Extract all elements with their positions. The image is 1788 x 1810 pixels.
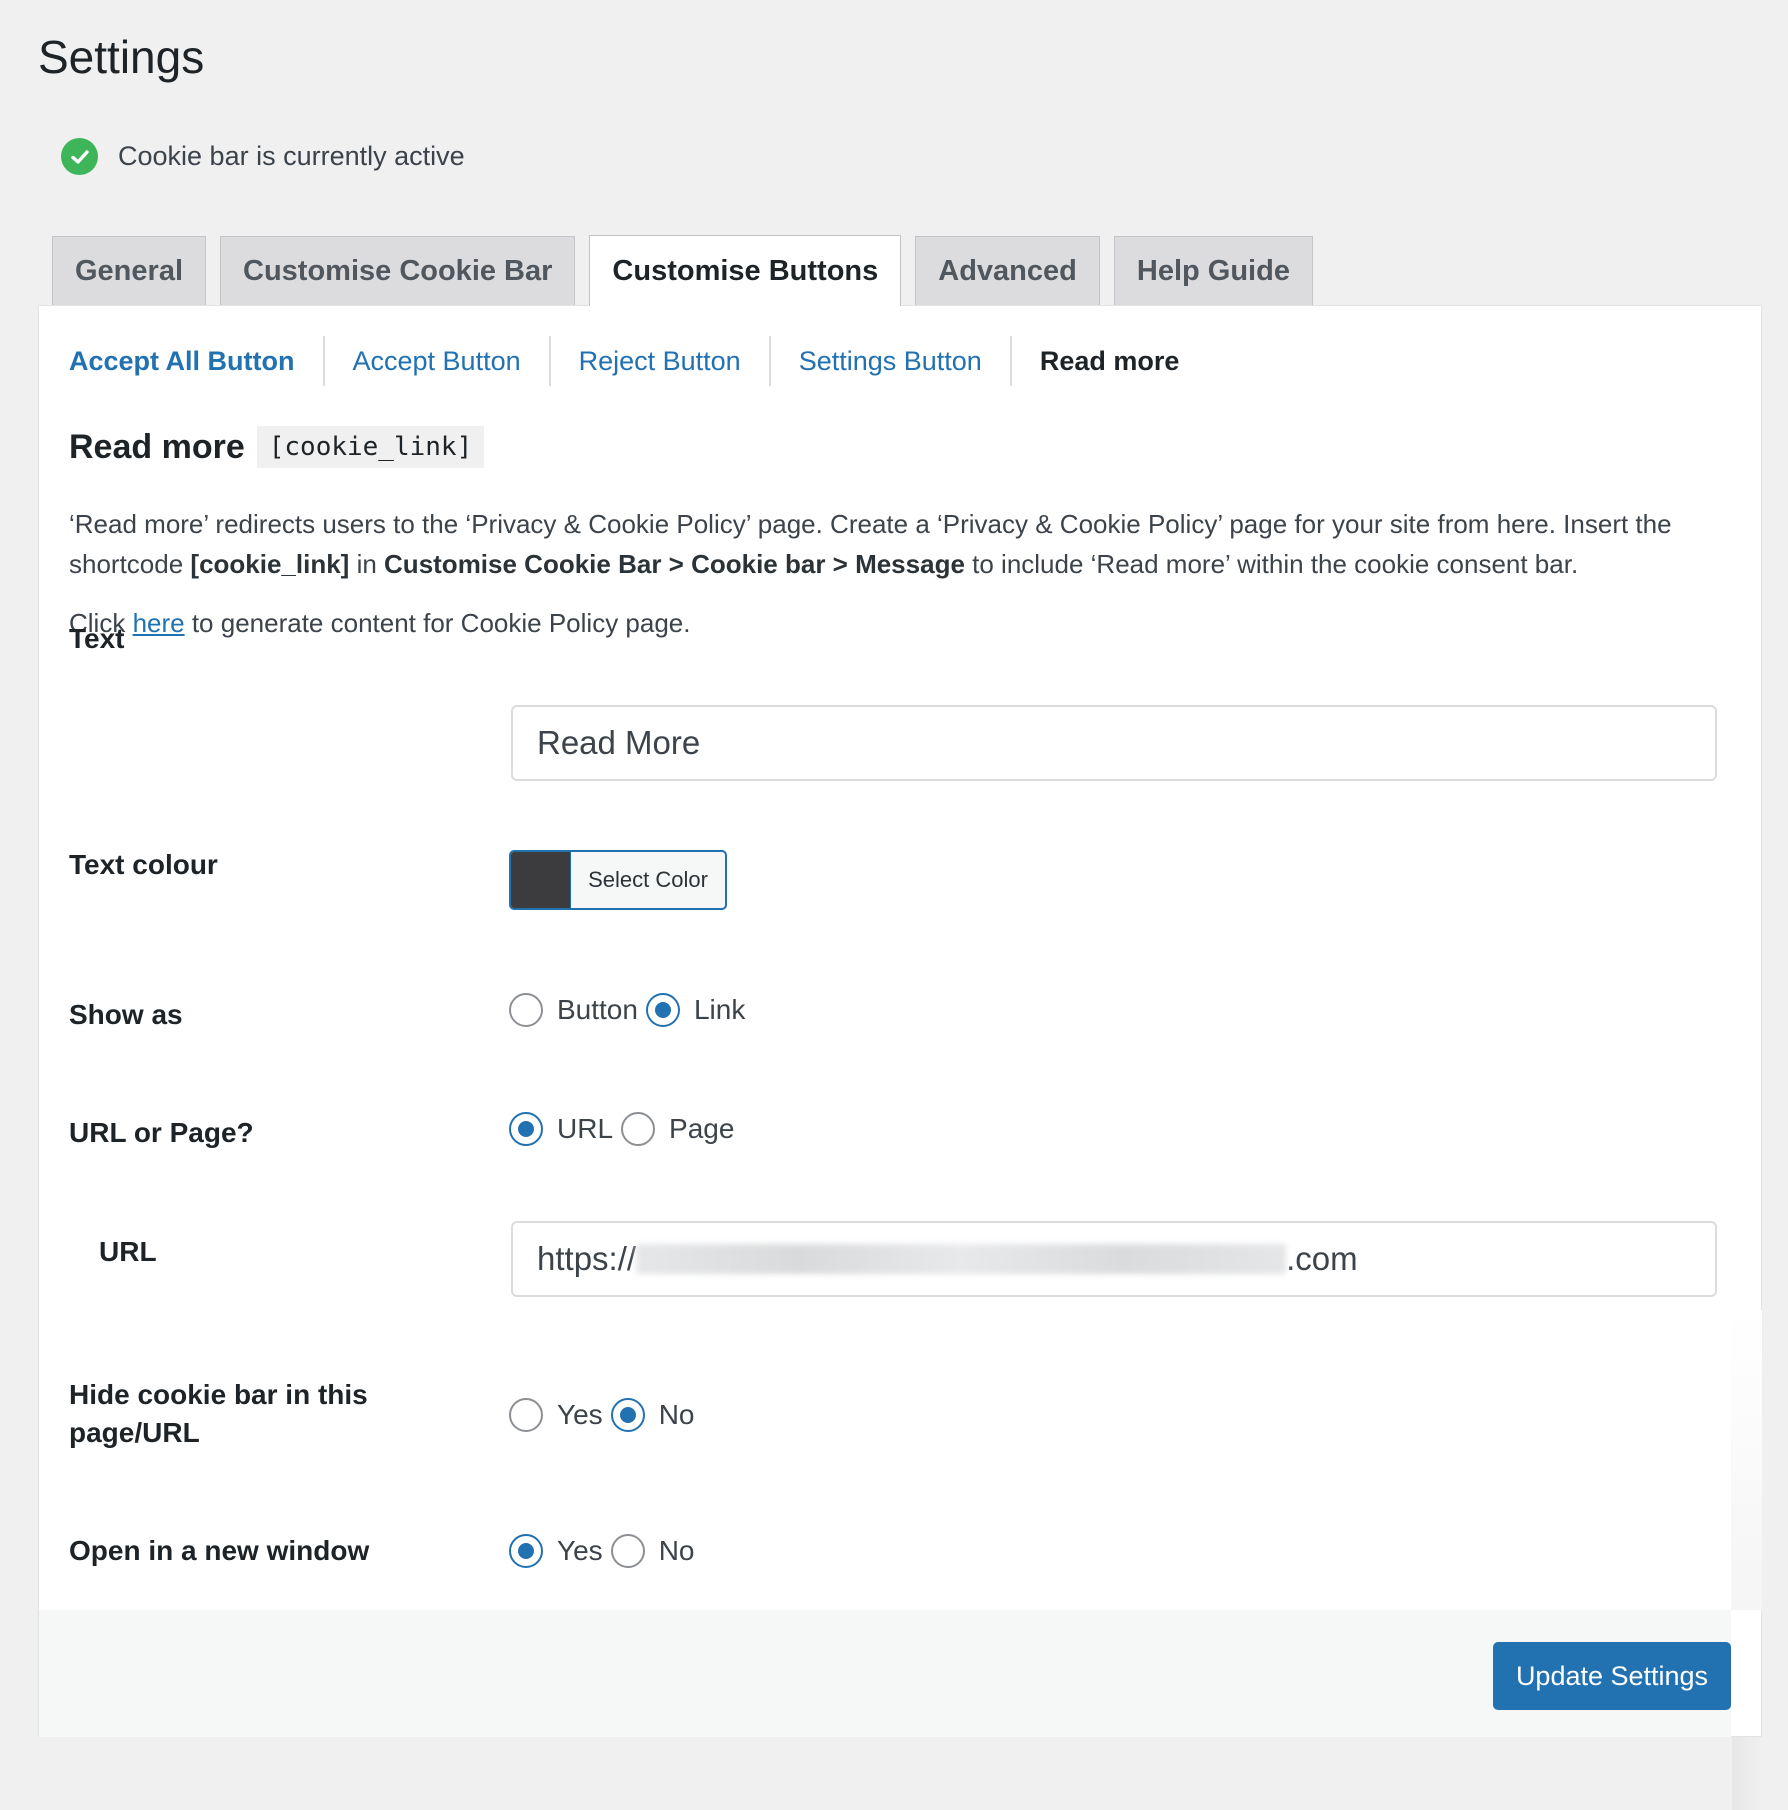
show-as-link-radio[interactable]	[645, 993, 680, 1027]
show-as-button-label: Button	[557, 994, 638, 1025]
url-input[interactable]: https:// .com	[511, 1221, 1717, 1297]
desc-path: Customise Cookie Bar > Cookie bar > Mess…	[384, 549, 965, 579]
url-label: URL	[99, 1236, 157, 1267]
text-colour-label: Text colour	[69, 849, 218, 880]
tab-general[interactable]: General	[52, 236, 206, 306]
status-notice: Cookie bar is currently active	[61, 138, 465, 175]
subtab-read-more[interactable]: Read more	[1009, 336, 1208, 386]
subtab-accept-button[interactable]: Accept Button	[322, 336, 549, 386]
section-heading: Read more [cookie_link]	[69, 426, 485, 468]
redacted-domain	[636, 1244, 1287, 1274]
main-tabs: General Customise Cookie Bar Customise B…	[52, 235, 1327, 306]
url-prefix: https://	[537, 1240, 637, 1277]
hide-bar-group: Yes No	[509, 1398, 702, 1432]
new-window-no-radio[interactable]	[610, 1534, 645, 1568]
hide-bar-no-label: No	[658, 1399, 695, 1430]
url-suffix: .com	[1286, 1240, 1358, 1277]
new-window-yes-radio[interactable]	[509, 1534, 543, 1568]
new-window-group: Yes No	[509, 1534, 702, 1568]
panel-footer	[39, 1610, 1731, 1737]
select-color-label: Select Color	[588, 867, 708, 892]
section-title: Read more	[69, 427, 245, 466]
select-color-button[interactable]: Select Color	[509, 850, 727, 910]
tab-help-guide[interactable]: Help Guide	[1113, 236, 1313, 306]
panel-edge	[1731, 1310, 1762, 1610]
subtab-accept-all-button[interactable]: Accept All Button	[69, 336, 323, 386]
click-suffix: to generate content for Cookie Policy pa…	[184, 608, 691, 638]
new-window-label: Open in a new window	[69, 1535, 370, 1566]
hide-bar-label: Hide cookie bar in this page/URL	[69, 1379, 368, 1448]
page-option-label: Page	[669, 1113, 735, 1144]
button-subtabs: Accept All Button Accept Button Reject B…	[69, 336, 1207, 386]
subtab-settings-button[interactable]: Settings Button	[768, 336, 1010, 386]
url-radio[interactable]	[509, 1112, 543, 1146]
generate-note: Click here to generate content for Cooki…	[69, 608, 690, 639]
color-swatch	[511, 852, 571, 908]
text-label: Text	[69, 623, 125, 654]
hide-bar-yes-label: Yes	[557, 1399, 603, 1430]
url-option-label: URL	[557, 1113, 614, 1144]
tab-customise-cookie-bar[interactable]: Customise Cookie Bar	[220, 236, 576, 306]
shortcode-tag: [cookie_link]	[256, 426, 485, 468]
subtab-reject-button[interactable]: Reject Button	[548, 336, 769, 386]
url-or-page-label: URL or Page?	[69, 1117, 254, 1148]
generate-here-link[interactable]: here	[133, 608, 185, 638]
new-window-no-label: No	[658, 1535, 695, 1566]
hide-bar-no-radio[interactable]	[610, 1398, 645, 1432]
text-input[interactable]	[511, 705, 1717, 781]
tab-advanced[interactable]: Advanced	[915, 236, 1100, 306]
hide-bar-yes-radio[interactable]	[509, 1398, 543, 1432]
status-text: Cookie bar is currently active	[118, 141, 465, 171]
page-radio[interactable]	[621, 1112, 656, 1146]
desc-text-3: to include ‘Read more’ within the cookie…	[964, 549, 1579, 579]
desc-shortcode: [cookie_link]	[190, 549, 350, 579]
show-as-button-radio[interactable]	[509, 993, 543, 1027]
show-as-group: Button Link	[509, 993, 753, 1027]
show-as-link-label: Link	[693, 994, 746, 1025]
check-circle-icon	[61, 138, 98, 175]
show-as-label: Show as	[69, 999, 183, 1030]
settings-panel: Accept All Button Accept Button Reject B…	[38, 305, 1762, 1737]
section-description: ‘Read more’ redirects users to the ‘Priv…	[69, 504, 1749, 584]
update-settings-button[interactable]: Update Settings	[1493, 1642, 1731, 1710]
tab-customise-buttons[interactable]: Customise Buttons	[589, 235, 902, 306]
url-or-page-group: URL Page	[509, 1112, 742, 1146]
desc-text-2: in	[349, 549, 385, 579]
page-title: Settings	[38, 31, 205, 83]
new-window-yes-label: Yes	[557, 1535, 603, 1566]
